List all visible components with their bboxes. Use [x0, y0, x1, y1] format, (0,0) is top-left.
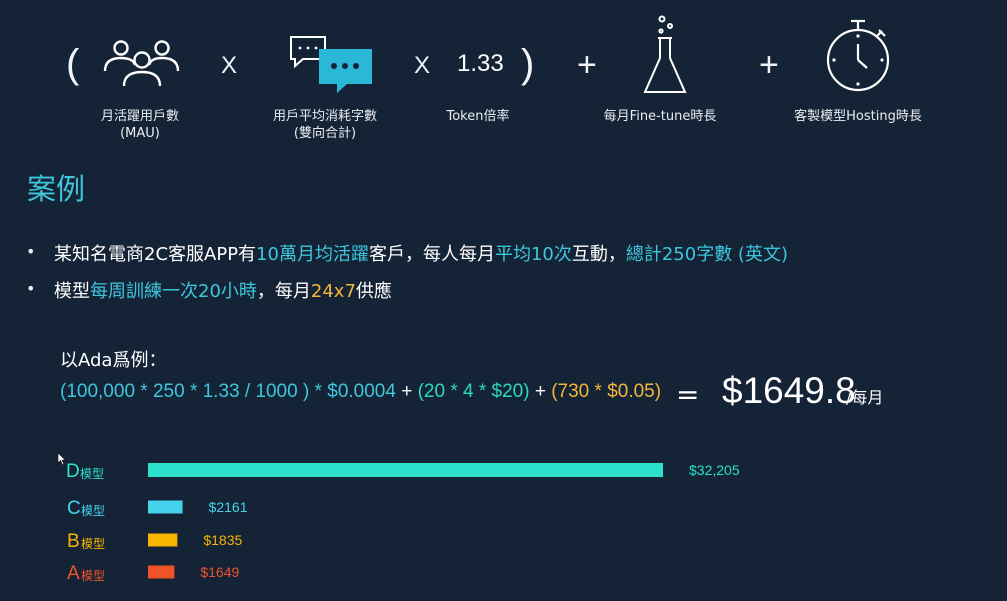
- caption-words-line1: 用戶平均消耗字數: [272, 109, 377, 124]
- formula-part-2: (20 * 4 * $20): [417, 381, 530, 402]
- stopwatch-icon: [826, 19, 890, 92]
- bullet-1-part-3: 平均10次: [494, 244, 572, 265]
- caption-words-line2: (雙向合計): [293, 126, 357, 141]
- bar-2: [148, 533, 178, 547]
- bar-value-label-0: $32,205: [689, 462, 740, 478]
- flask-icon: [643, 15, 687, 93]
- bar-category-suffix-0: 模型: [80, 467, 104, 481]
- caption-finetune: 每月Fine-tune時長: [590, 108, 730, 125]
- bar-value-label-2: $1835: [203, 532, 242, 548]
- multiply-sign-2: X: [414, 52, 431, 79]
- plus-sign-1: +: [577, 46, 597, 84]
- chat-bubbles-icon: [290, 36, 372, 93]
- bullet-dot-2: •: [26, 279, 36, 298]
- section-title: 案例: [27, 172, 86, 206]
- close-parenthesis: ): [521, 42, 535, 86]
- equals-sign: =: [676, 378, 700, 411]
- caption-mau-line2: (MAU): [120, 126, 160, 141]
- caption-token-ratio: Token倍率: [428, 108, 528, 125]
- bar-value-label-1: $2161: [209, 499, 248, 515]
- bullet-2: 模型每周訓練一次20小時，每月24x7供應: [54, 277, 392, 303]
- multiply-sign-1: X: [221, 52, 238, 79]
- caption-words: 用戶平均消耗字數 (雙向合計): [260, 108, 390, 142]
- bar-category-letter-0: D: [66, 461, 80, 482]
- formula-part-1: +: [395, 381, 418, 402]
- formula-part-3: +: [529, 381, 552, 402]
- cost-comparison-chart: D 模型 $32,205C 模型 $2161B 模型 $1835A 模型 $1649: [66, 461, 740, 584]
- bar-0: [148, 463, 663, 477]
- bullet-1-part-5: 總計250字數 (英文): [625, 244, 788, 265]
- bar-category-letter-3: A: [67, 563, 80, 584]
- bar-category-letter-1: C: [67, 498, 81, 519]
- bullet-1-part-0: 某知名電商2C客服APP有: [54, 244, 257, 265]
- bar-3: [148, 565, 175, 579]
- formula-part-4: (730 * $0.05): [551, 381, 662, 402]
- caption-finetune-line1: 每月Fine-tune時長: [603, 109, 717, 124]
- bullet-1-part-1: 10萬月均活躍: [256, 244, 369, 265]
- example-title: 以Ada爲例：: [60, 350, 167, 371]
- bar-value-label-3: $1649: [200, 564, 239, 580]
- bar-category-suffix-2: 模型: [81, 537, 105, 551]
- bullet-dot-1: •: [26, 242, 36, 261]
- caption-token-ratio-line1: Token倍率: [446, 109, 510, 124]
- example-formula: (100,000 * 250 * 1.33 / 1000 ) * $0.0004…: [60, 381, 661, 403]
- bullet-2-part-0: 模型: [54, 281, 90, 302]
- bullet-2-part-1: 每周訓練一次20小時: [90, 281, 257, 302]
- users-icon: [103, 40, 180, 87]
- result-value: $1649.8: [722, 370, 856, 411]
- caption-hosting: 客製模型Hosting時長: [782, 108, 934, 125]
- bullet-2-part-2: ，每月: [256, 281, 311, 302]
- bullet-1: 某知名電商2C客服APP有10萬月均活躍客戶，每人每月平均10次互動，總計250…: [54, 240, 788, 266]
- bullet-2-part-3: 24x7: [310, 281, 356, 302]
- result-unit: /每月: [846, 388, 884, 407]
- token-ratio-value: 1.33: [457, 50, 504, 77]
- bar-category-letter-2: B: [67, 531, 80, 552]
- bar-category-suffix-1: 模型: [81, 504, 105, 518]
- bar-1: [148, 500, 183, 514]
- caption-mau-line1: 月活躍用戶數: [100, 109, 179, 124]
- plus-sign-2: +: [759, 46, 779, 84]
- caption-hosting-line1: 客製模型Hosting時長: [794, 109, 922, 124]
- bar-category-suffix-3: 模型: [81, 569, 105, 583]
- bullet-1-part-2: 客戶，每人每月: [368, 244, 495, 265]
- bullet-1-part-4: 互動，: [571, 244, 626, 265]
- bullet-2-part-4: 供應: [355, 281, 392, 302]
- open-parenthesis: (: [66, 42, 80, 86]
- caption-mau: 月活躍用戶數 (MAU): [80, 108, 200, 142]
- formula-part-0: (100,000 * 250 * 1.33 / 1000 ) * $0.0004: [60, 381, 396, 402]
